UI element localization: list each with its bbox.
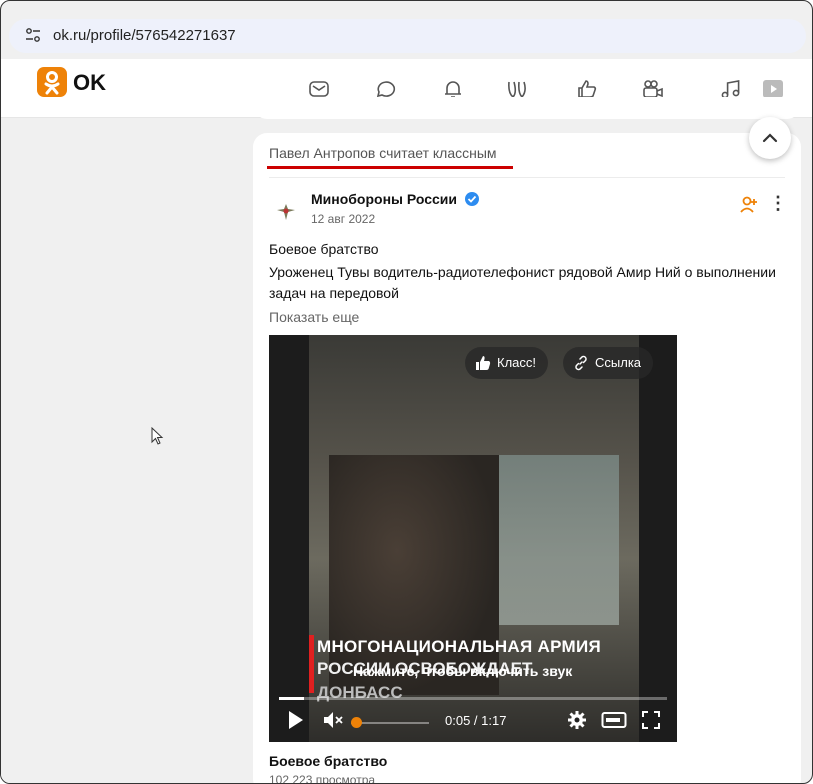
link-button-label: Ссылка xyxy=(595,355,642,370)
video-caption-line3: ДОНБАСС xyxy=(317,683,403,702)
progress-bar[interactable] xyxy=(279,697,667,700)
logo-text[interactable]: OK xyxy=(73,70,106,96)
add-friend-icon[interactable] xyxy=(739,195,759,215)
volume-slider[interactable] xyxy=(351,722,429,724)
address-bar[interactable]: ok.ru/profile/576542271637 xyxy=(9,19,806,53)
fullscreen-icon[interactable] xyxy=(641,710,661,730)
thumbs-up-icon xyxy=(476,356,491,370)
view-count: 102 223 просмотра xyxy=(269,773,376,784)
volume-handle[interactable] xyxy=(351,717,362,728)
progress-fill xyxy=(279,697,305,700)
author-name-text[interactable]: Минобороны России xyxy=(311,191,457,207)
url-text[interactable]: ok.ru/profile/576542271637 xyxy=(53,27,236,44)
ok-logo-icon[interactable] xyxy=(37,67,67,97)
post-body: Уроженец Тувы водитель-радиотелефонист р… xyxy=(269,264,776,301)
video-title[interactable]: Боевое братство xyxy=(269,753,387,769)
divider xyxy=(269,177,785,178)
post-title: Боевое братство xyxy=(269,241,379,257)
video-caption-line1: МНОГОНАЦИОНАЛЬНАЯ АРМИЯ xyxy=(317,637,602,656)
annotation-underline xyxy=(267,166,513,169)
author-name[interactable]: Минобороны России xyxy=(311,191,479,207)
verified-icon xyxy=(464,192,479,206)
class-button-label: Класс! xyxy=(497,355,536,370)
previous-post-card xyxy=(253,97,801,119)
more-options-icon[interactable]: ⋮ xyxy=(769,193,787,214)
author-avatar[interactable] xyxy=(269,195,303,229)
mute-icon[interactable] xyxy=(323,710,345,730)
miniplayer-icon[interactable] xyxy=(601,710,627,730)
video-window-area xyxy=(479,455,619,625)
mouse-cursor-icon xyxy=(151,427,164,445)
caption-accent-bar xyxy=(309,635,314,693)
play-icon[interactable] xyxy=(287,710,305,730)
link-button[interactable]: Ссылка xyxy=(563,347,654,379)
show-more-link[interactable]: Показать еще xyxy=(269,309,359,325)
scroll-to-top-button[interactable] xyxy=(749,117,791,159)
class-button[interactable]: Класс! xyxy=(465,347,548,379)
link-icon xyxy=(575,355,587,371)
left-column xyxy=(1,118,251,783)
settings-gear-icon[interactable] xyxy=(567,710,587,730)
time-display: 0:05 / 1:17 xyxy=(445,713,507,728)
chevron-up-icon xyxy=(762,133,778,143)
feed-post-card: Павел Антропов считает классным Миноборо… xyxy=(253,133,801,784)
browser-window: ok.ru/profile/576542271637 OK Павел Антр… xyxy=(0,0,813,784)
unmute-hint[interactable]: Нажмите, чтобы включить звук xyxy=(353,663,572,679)
site-settings-icon[interactable] xyxy=(25,27,41,43)
post-date: 12 авг 2022 xyxy=(311,212,376,226)
liked-by-text[interactable]: Павел Антропов считает классным xyxy=(269,145,497,161)
video-player[interactable]: Класс! Ссылка МНОГОНАЦИОНАЛЬНАЯ АРМИЯ РО… xyxy=(269,335,677,742)
